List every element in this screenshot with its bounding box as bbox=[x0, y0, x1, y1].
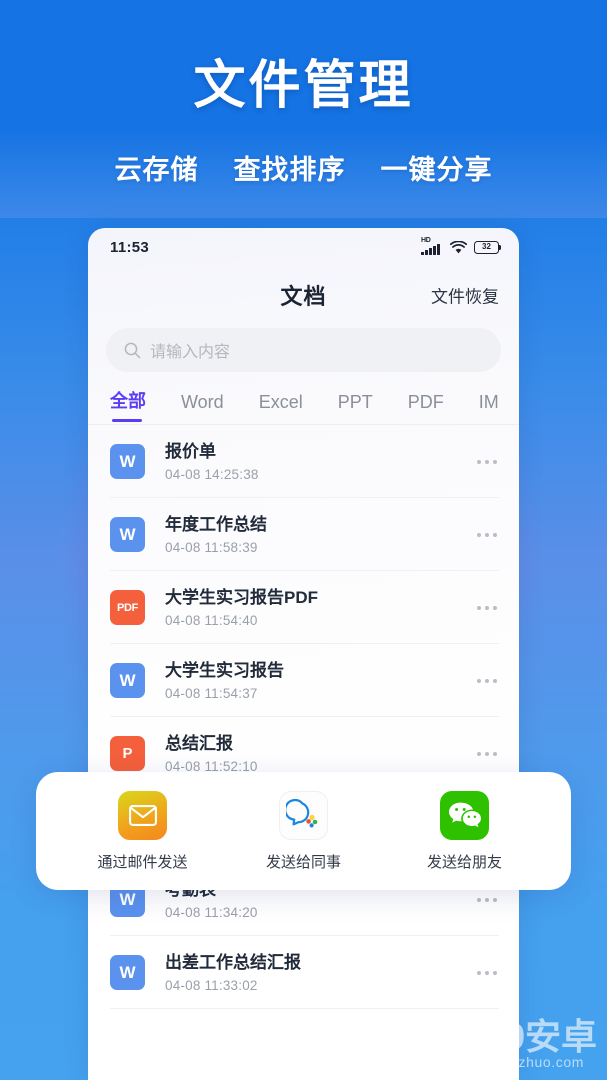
file-meta: 出差工作总结汇报 04-08 11:33:02 bbox=[165, 952, 475, 993]
promo-header: 文件管理 云存储 查找排序 一键分享 bbox=[0, 0, 607, 187]
status-bar-indicators: HD 32 bbox=[421, 240, 499, 255]
file-time: 04-08 11:54:37 bbox=[165, 686, 475, 701]
more-options-icon[interactable] bbox=[475, 744, 499, 764]
app-header: 文档 文件恢复 bbox=[88, 266, 519, 324]
tab-ppt[interactable]: PPT bbox=[338, 392, 373, 424]
wifi-icon bbox=[450, 241, 467, 254]
table-row[interactable]: PDF 大学生实习报告PDF 04-08 11:54:40 bbox=[88, 571, 519, 644]
promo-subtitle: 云存储 查找排序 一键分享 bbox=[0, 148, 607, 187]
colleague-chat-icon bbox=[279, 791, 328, 840]
more-options-icon[interactable] bbox=[475, 452, 499, 472]
signal-bars-glyph bbox=[421, 244, 440, 255]
tab-all[interactable]: 全部 bbox=[110, 387, 146, 424]
share-option-label: 发送给朋友 bbox=[427, 851, 502, 872]
file-name: 总结汇报 bbox=[165, 733, 475, 754]
word-file-icon: W bbox=[110, 955, 145, 990]
wechat-icon bbox=[440, 791, 489, 840]
status-bar-clock: 11:53 bbox=[110, 239, 149, 256]
file-meta: 总结汇报 04-08 11:52:10 bbox=[165, 733, 475, 774]
word-file-icon: W bbox=[110, 663, 145, 698]
table-row[interactable]: W 出差工作总结汇报 04-08 11:33:02 bbox=[88, 936, 519, 1009]
file-meta: 大学生实习报告PDF 04-08 11:54:40 bbox=[165, 587, 475, 628]
file-time: 04-08 11:54:40 bbox=[165, 613, 475, 628]
more-options-icon[interactable] bbox=[475, 963, 499, 983]
tab-excel[interactable]: Excel bbox=[259, 392, 303, 424]
search-input[interactable]: 请输入内容 bbox=[106, 328, 501, 372]
word-file-icon: W bbox=[110, 444, 145, 479]
more-options-icon[interactable] bbox=[475, 598, 499, 618]
table-row[interactable]: W 报价单 04-08 14:25:38 bbox=[88, 425, 519, 498]
page-title: 文档 bbox=[280, 279, 326, 311]
search-container: 请输入内容 bbox=[88, 324, 519, 372]
file-name: 年度工作总结 bbox=[165, 514, 475, 535]
file-name: 报价单 bbox=[165, 441, 475, 462]
file-list: W 报价单 04-08 14:25:38 W 年度工作总结 04-08 11:5… bbox=[88, 425, 519, 1009]
search-icon bbox=[124, 342, 141, 359]
file-time: 04-08 14:25:38 bbox=[165, 467, 475, 482]
file-name: 出差工作总结汇报 bbox=[165, 952, 475, 973]
more-options-icon[interactable] bbox=[475, 671, 499, 691]
promo-subtitle-part-3: 一键分享 bbox=[381, 148, 493, 187]
promo-subtitle-part-1: 云存储 bbox=[114, 148, 198, 187]
more-options-icon[interactable] bbox=[475, 890, 499, 910]
file-time: 04-08 11:33:02 bbox=[165, 978, 475, 993]
signal-bars-icon: HD bbox=[421, 240, 443, 255]
share-sheet: 通过邮件发送 发送给同事 发送给朋友 bbox=[36, 772, 571, 890]
hd-label: HD bbox=[421, 237, 431, 244]
tab-pdf[interactable]: PDF bbox=[408, 392, 444, 424]
tab-word[interactable]: Word bbox=[181, 392, 224, 424]
file-meta: 年度工作总结 04-08 11:58:39 bbox=[165, 514, 475, 555]
share-option-email[interactable]: 通过邮件发送 bbox=[77, 791, 209, 872]
battery-icon: 32 bbox=[474, 241, 499, 254]
file-meta: 大学生实习报告 04-08 11:54:37 bbox=[165, 660, 475, 701]
ppt-file-icon: P bbox=[110, 736, 145, 771]
file-name: 大学生实习报告 bbox=[165, 660, 475, 681]
word-file-icon: W bbox=[110, 517, 145, 552]
search-placeholder: 请输入内容 bbox=[150, 338, 230, 362]
file-type-tabs: 全部 Word Excel PPT PDF IM bbox=[88, 372, 519, 424]
battery-percent-label: 32 bbox=[482, 243, 491, 251]
more-options-icon[interactable] bbox=[475, 525, 499, 545]
tab-im[interactable]: IM bbox=[479, 392, 499, 424]
file-time: 04-08 11:58:39 bbox=[165, 540, 475, 555]
pdf-file-icon: PDF bbox=[110, 590, 145, 625]
file-name: 大学生实习报告PDF bbox=[165, 587, 475, 608]
file-time: 04-08 11:34:20 bbox=[165, 905, 475, 920]
table-row[interactable]: W 大学生实习报告 04-08 11:54:37 bbox=[88, 644, 519, 717]
share-option-label: 通过邮件发送 bbox=[97, 851, 187, 872]
share-option-wechat[interactable]: 发送给朋友 bbox=[399, 791, 531, 872]
file-meta: 报价单 04-08 14:25:38 bbox=[165, 441, 475, 482]
table-row[interactable]: W 年度工作总结 04-08 11:58:39 bbox=[88, 498, 519, 571]
email-icon bbox=[118, 791, 167, 840]
phone-screen: 11:53 HD 32 文档 文件恢复 bbox=[88, 228, 519, 1080]
share-option-colleague[interactable]: 发送给同事 bbox=[238, 791, 370, 872]
promo-title: 文件管理 bbox=[0, 0, 607, 112]
status-bar: 11:53 HD 32 bbox=[88, 228, 519, 266]
promo-subtitle-part-2: 查找排序 bbox=[234, 148, 346, 187]
file-restore-button[interactable]: 文件恢复 bbox=[431, 283, 499, 308]
share-option-label: 发送给同事 bbox=[266, 851, 341, 872]
